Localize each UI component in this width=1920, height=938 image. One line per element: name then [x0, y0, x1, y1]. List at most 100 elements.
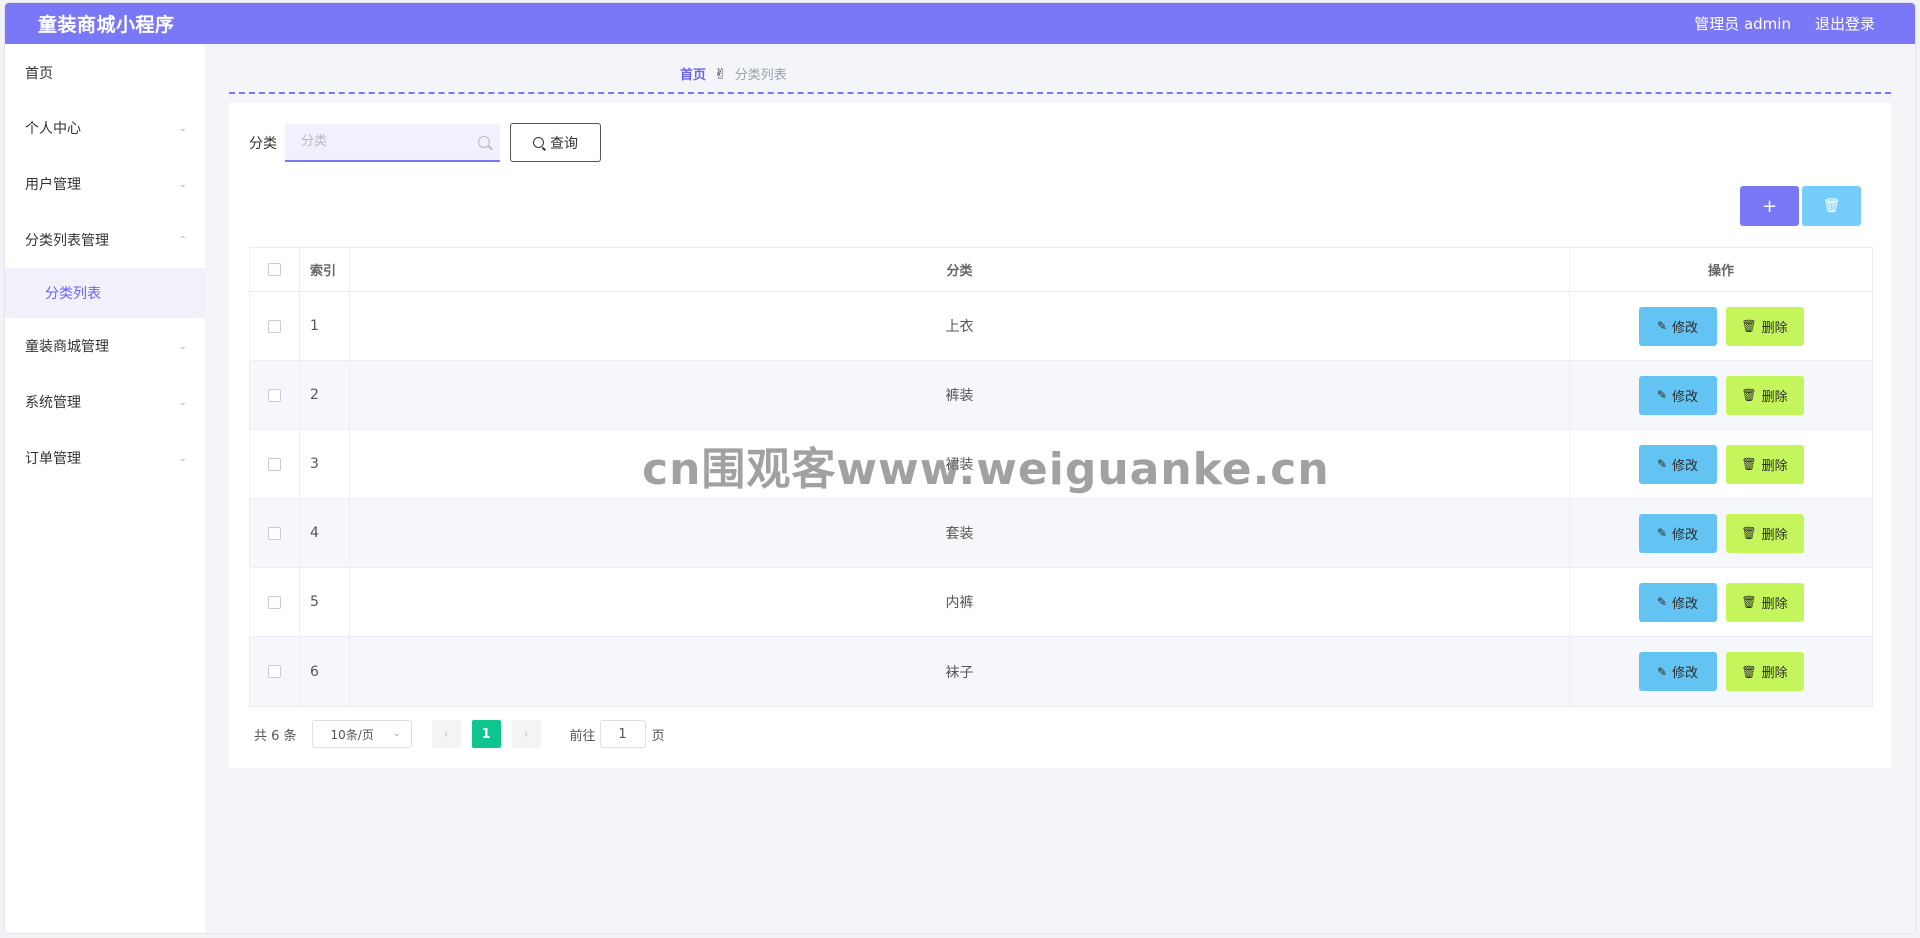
- top-bar: 童装商城小程序 管理员 admin 退出登录: [5, 3, 1915, 44]
- edit-label: 修改: [1672, 320, 1699, 336]
- edit-button[interactable]: ✎ 修改: [1638, 582, 1717, 622]
- delete-label: 删除: [1761, 527, 1788, 543]
- row-check-cell: [250, 361, 300, 429]
- trash-icon: 🗑: [1822, 198, 1841, 214]
- search-field[interactable]: [285, 123, 500, 162]
- row-category: 上衣: [350, 292, 1570, 360]
- row-checkbox[interactable]: [268, 388, 281, 402]
- row-checkbox[interactable]: [268, 526, 281, 540]
- sidebar: 首页 个人中心 ⌄ 用户管理 ⌄ 分类列表管理 ⌃ 分类列表 童装商城管理 ⌄ …: [5, 44, 205, 933]
- edit-button[interactable]: ✎ 修改: [1638, 444, 1717, 484]
- query-button-label: 查询: [550, 135, 578, 152]
- delete-button[interactable]: 🗑 删除: [1725, 652, 1804, 691]
- logout-link[interactable]: 退出登录: [1815, 13, 1875, 34]
- search-label: 分类: [249, 135, 277, 152]
- sidebar-item-label: 童装商城管理: [25, 339, 109, 355]
- row-checkbox[interactable]: [268, 595, 281, 609]
- delete-button[interactable]: 🗑 删除: [1725, 375, 1804, 415]
- row-checkbox[interactable]: [268, 457, 281, 471]
- add-button[interactable]: +: [1740, 186, 1799, 226]
- chevron-down-icon: ⌄: [178, 396, 187, 408]
- delete-button[interactable]: 🗑 删除: [1725, 582, 1804, 622]
- pagination: 共 6 条 10条/页 ⌄ ‹ 1 › 前往 页: [254, 720, 665, 748]
- sidebar-subitem-category-list[interactable]: 分类列表: [5, 268, 205, 318]
- table-row: 2 裤装 ✎ 修改 🗑 删除: [250, 361, 1872, 430]
- batch-delete-button[interactable]: 🗑: [1802, 186, 1861, 226]
- trash-icon: 🗑: [1741, 457, 1757, 471]
- page-size-select[interactable]: 10条/页 ⌄: [311, 720, 412, 748]
- delete-button[interactable]: 🗑 删除: [1725, 513, 1804, 553]
- row-category: 袜子: [350, 637, 1570, 706]
- prev-page-button[interactable]: ‹: [431, 720, 461, 748]
- chevron-up-icon: ⌃: [178, 234, 187, 246]
- column-header-actions: 操作: [1707, 264, 1734, 279]
- chevron-down-icon: ⌄: [178, 178, 187, 190]
- goto-label: 前往: [569, 728, 596, 744]
- breadcrumb-home[interactable]: 首页: [680, 64, 706, 83]
- sidebar-item-home[interactable]: 首页: [5, 58, 205, 88]
- table-row: 1 上衣 ✎ 修改 🗑 删除: [250, 292, 1872, 361]
- delete-label: 删除: [1761, 320, 1788, 336]
- row-index: 4: [300, 499, 350, 567]
- sidebar-item-label: 系统管理: [25, 395, 81, 411]
- sidebar-item-users[interactable]: 用户管理 ⌄: [5, 156, 205, 212]
- trash-icon: 🗑: [1741, 388, 1757, 402]
- edit-icon: ✎: [1656, 595, 1668, 609]
- sidebar-item-shop-management[interactable]: 童装商城管理 ⌄: [5, 318, 205, 374]
- user-name[interactable]: 管理员 admin: [1694, 13, 1791, 34]
- sidebar-subitem-label: 分类列表: [45, 286, 101, 302]
- sidebar-item-label: 订单管理: [25, 451, 81, 467]
- next-page-button[interactable]: ›: [511, 720, 541, 748]
- select-all-checkbox[interactable]: [268, 263, 281, 276]
- breadcrumb: 首页 ✌ 分类列表: [680, 64, 787, 84]
- sidebar-item-profile[interactable]: 个人中心 ⌄: [5, 100, 205, 156]
- page-suffix: 页: [651, 728, 665, 744]
- row-checkbox[interactable]: [268, 319, 281, 333]
- row-actions: ✎ 修改 🗑 删除: [1570, 430, 1872, 498]
- search-icon: [478, 135, 490, 148]
- edit-label: 修改: [1672, 458, 1699, 474]
- table-row: 6 袜子 ✎ 修改 🗑 删除: [250, 637, 1872, 706]
- row-index: 1: [300, 292, 350, 360]
- edit-label: 修改: [1672, 389, 1699, 405]
- trash-icon: 🗑: [1741, 664, 1757, 679]
- edit-button[interactable]: ✎ 修改: [1638, 513, 1717, 553]
- delete-button[interactable]: 🗑 删除: [1725, 444, 1804, 484]
- edit-label: 修改: [1672, 666, 1699, 681]
- query-button[interactable]: 查询: [510, 123, 601, 162]
- edit-label: 修改: [1672, 527, 1699, 543]
- goto-page-input[interactable]: [599, 720, 646, 748]
- row-check-cell: [250, 292, 300, 360]
- row-check-cell: [250, 637, 300, 706]
- chevron-down-icon: ⌄: [393, 729, 401, 739]
- chevron-down-icon: ⌄: [178, 340, 187, 352]
- table-row: 3 裙装 ✎ 修改 🗑 删除: [250, 430, 1872, 499]
- edit-button[interactable]: ✎ 修改: [1638, 306, 1717, 346]
- delete-button[interactable]: 🗑 删除: [1725, 306, 1804, 346]
- row-index: 2: [300, 361, 350, 429]
- edit-button[interactable]: ✎ 修改: [1638, 652, 1717, 691]
- chevron-down-icon: ⌄: [178, 452, 187, 464]
- delete-label: 删除: [1761, 389, 1788, 405]
- edit-icon: ✎: [1656, 526, 1668, 540]
- column-header-category: 分类: [350, 248, 1570, 291]
- sidebar-item-category-management[interactable]: 分类列表管理 ⌃: [5, 212, 205, 268]
- divider: [229, 92, 1891, 94]
- edit-icon: ✎: [1656, 388, 1668, 402]
- edit-label: 修改: [1672, 596, 1699, 612]
- search-bar: 分类 查询: [249, 123, 601, 162]
- sidebar-item-orders[interactable]: 订单管理 ⌄: [5, 430, 205, 486]
- row-checkbox[interactable]: [268, 665, 281, 678]
- sidebar-item-label: 分类列表管理: [25, 233, 109, 249]
- edit-button[interactable]: ✎ 修改: [1638, 375, 1717, 415]
- row-index: 5: [300, 568, 350, 636]
- breadcrumb-current: 分类列表: [734, 68, 787, 83]
- trash-icon: 🗑: [1741, 595, 1757, 609]
- hand-icon: ✌: [714, 64, 727, 83]
- total-count: 共 6 条: [254, 728, 297, 744]
- chevron-right-icon: ›: [523, 727, 529, 741]
- page-number-button[interactable]: 1: [471, 720, 501, 748]
- search-input[interactable]: [301, 134, 461, 149]
- trash-icon: 🗑: [1741, 526, 1757, 540]
- sidebar-item-system[interactable]: 系统管理 ⌄: [5, 374, 205, 430]
